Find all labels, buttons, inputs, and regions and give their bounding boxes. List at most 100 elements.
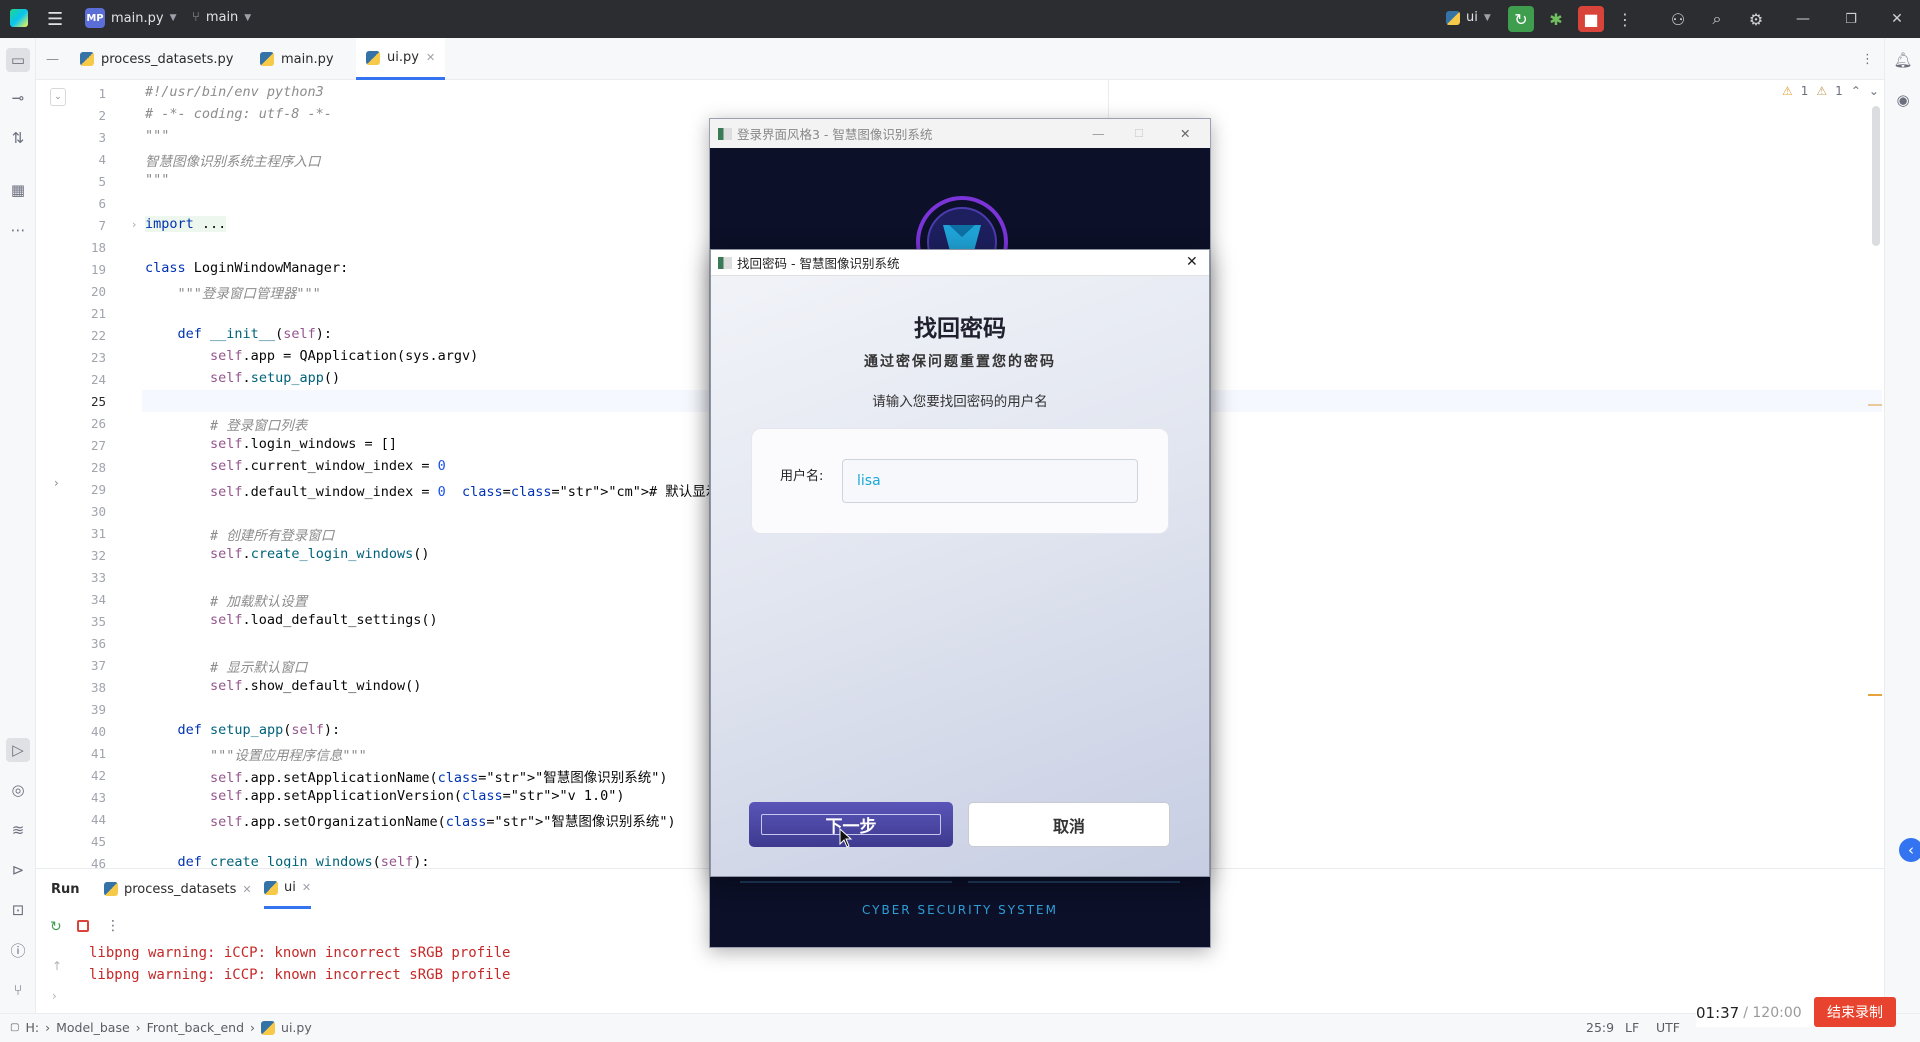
scroll-down-icon[interactable]: › bbox=[52, 989, 57, 1003]
minimize-icon[interactable]: — bbox=[1092, 126, 1105, 141]
run-config-name: ui bbox=[1466, 10, 1478, 25]
collapse-panel-icon[interactable]: ‹ bbox=[1899, 838, 1920, 862]
line-number: 24 bbox=[90, 372, 106, 387]
code-line[interactable]: self.app.setOrganizationName(class="str"… bbox=[145, 810, 676, 830]
branch-selector[interactable]: ⑂ main ▼ bbox=[192, 10, 251, 25]
pull-requests-icon[interactable]: ⇅ bbox=[6, 126, 30, 150]
search-icon[interactable]: ⌕ bbox=[1704, 6, 1730, 32]
run-config-selector[interactable]: ui ▼ bbox=[1446, 10, 1491, 25]
chevron-down-icon[interactable]: ⌄ bbox=[1869, 84, 1879, 98]
more-actions-icon[interactable]: ⋮ bbox=[1612, 6, 1638, 32]
cancel-button[interactable]: 取消 bbox=[968, 802, 1170, 847]
collapse-tabs-icon[interactable]: — bbox=[36, 38, 69, 80]
code-line[interactable]: self.app = QApplication(sys.argv) bbox=[145, 348, 478, 364]
code-line[interactable]: # 加载默认设置 bbox=[145, 590, 307, 610]
fold-arrow-icon[interactable]: › bbox=[132, 218, 136, 231]
editor-scrollbar[interactable] bbox=[1872, 106, 1880, 246]
code-line[interactable]: self.setup_app() bbox=[145, 370, 340, 386]
file-encoding[interactable]: UTF bbox=[1656, 1020, 1680, 1035]
line-number: 45 bbox=[90, 834, 106, 849]
inspection-widget[interactable]: ⚠ 1 ⚠ 1 ⌃ ⌄ bbox=[1782, 84, 1879, 98]
terminal-icon[interactable]: ⊡ bbox=[6, 898, 30, 922]
breadcrumb-item[interactable]: Front_back_end bbox=[147, 1020, 244, 1035]
chevron-up-icon[interactable]: ⌃ bbox=[1851, 84, 1861, 98]
more-actions-icon[interactable]: ⋮ bbox=[106, 918, 120, 934]
problems-icon[interactable]: ⓘ bbox=[6, 938, 30, 962]
breadcrumb: ▢ H: › Model_base › Front_back_end › ui.… bbox=[10, 1020, 312, 1035]
code-line[interactable]: self.current_window_index = 0 bbox=[145, 458, 446, 474]
breadcrumb-root[interactable]: H: bbox=[25, 1020, 39, 1035]
tab-main[interactable]: main.py bbox=[250, 38, 344, 80]
settings-gear-icon[interactable]: ⚙ bbox=[1743, 6, 1769, 32]
tab-options-icon[interactable]: ⋮ bbox=[1851, 38, 1884, 80]
code-line[interactable]: import ... bbox=[145, 216, 227, 232]
code-line[interactable]: # 显示默认窗口 bbox=[145, 656, 307, 676]
cursor-position[interactable]: 25:9 bbox=[1586, 1020, 1614, 1035]
code-line[interactable]: """ bbox=[145, 172, 169, 188]
notifications-bell-icon[interactable]: 🔔︎ bbox=[1891, 48, 1915, 72]
close-window-icon[interactable]: ✕ bbox=[1884, 6, 1910, 32]
code-line[interactable]: #!/usr/bin/env python3 bbox=[145, 84, 324, 100]
structure-icon[interactable]: ▦ bbox=[6, 178, 30, 202]
scroll-up-icon[interactable]: ↑ bbox=[52, 959, 62, 973]
add-user-icon[interactable]: ⚇ bbox=[1665, 6, 1691, 32]
code-line[interactable]: """ bbox=[145, 128, 169, 144]
username-input[interactable]: lisa bbox=[842, 459, 1138, 503]
git-icon[interactable]: ⑂ bbox=[6, 978, 30, 1002]
code-line[interactable]: # -*- coding: utf-8 -*- bbox=[145, 106, 332, 122]
breadcrumb-item[interactable]: Model_base bbox=[56, 1020, 130, 1035]
restore-window-icon[interactable]: ❐ bbox=[1838, 6, 1864, 32]
line-separator[interactable]: LF bbox=[1625, 1020, 1639, 1035]
rerun-icon[interactable]: ↻ bbox=[1508, 6, 1534, 32]
code-line[interactable]: self.show_default_window() bbox=[145, 678, 421, 694]
services-icon[interactable]: ⊳ bbox=[6, 858, 30, 882]
python-console-icon[interactable]: ◎ bbox=[6, 778, 30, 802]
code-line[interactable]: self.default_window_index = 0 class=clas… bbox=[145, 480, 787, 500]
code-line[interactable]: # 创建所有登录窗口 bbox=[145, 524, 334, 544]
line-number: 42 bbox=[90, 768, 106, 783]
project-folder-icon[interactable]: ▭ bbox=[6, 48, 30, 72]
layers-icon[interactable]: ≋ bbox=[6, 818, 30, 842]
code-line[interactable]: self.create_login_windows() bbox=[145, 546, 429, 562]
code-line[interactable]: self.app.setApplicationName(class="str">… bbox=[145, 766, 668, 786]
rerun-icon[interactable]: ↻ bbox=[50, 919, 62, 935]
recording-timer: 01:37 / 120:00 bbox=[1696, 999, 1816, 1027]
ai-assistant-icon[interactable]: ◉ bbox=[1891, 88, 1915, 112]
debug-icon[interactable]: ✱ bbox=[1543, 6, 1569, 32]
close-tab-icon[interactable]: ✕ bbox=[426, 51, 435, 64]
code-line[interactable]: # 登录窗口列表 bbox=[145, 414, 307, 434]
python-file-icon bbox=[80, 52, 94, 66]
close-icon[interactable]: ✕ bbox=[1180, 126, 1190, 141]
run-tab-ui[interactable]: ui ✕ bbox=[264, 869, 312, 909]
stop-icon[interactable] bbox=[77, 920, 89, 932]
maximize-icon[interactable]: ☐ bbox=[1134, 127, 1144, 140]
main-menu-icon[interactable]: ☰ bbox=[47, 9, 63, 30]
code-line[interactable]: """登录窗口管理器""" bbox=[145, 282, 321, 302]
code-line[interactable]: self.load_default_settings() bbox=[145, 612, 438, 628]
recover-password-dialog: 找回密码 - 智慧图像识别系统 ✕ 找回密码 通过密保问题重置您的密码 请输入您… bbox=[710, 249, 1210, 877]
code-line[interactable]: def __init__(self): bbox=[145, 326, 332, 342]
minimize-window-icon[interactable]: — bbox=[1790, 6, 1816, 32]
stop-recording-button[interactable]: 结束录制 bbox=[1814, 997, 1896, 1027]
code-line[interactable]: 智慧图像识别系统主程序入口 bbox=[145, 150, 321, 170]
stop-icon[interactable]: ■ bbox=[1578, 6, 1604, 32]
code-line[interactable]: def setup_app(self): bbox=[145, 722, 341, 738]
code-line[interactable]: """设置应用程序信息""" bbox=[145, 744, 367, 764]
code-line[interactable]: self.login_windows = [] bbox=[145, 436, 397, 452]
line-number: 19 bbox=[90, 262, 106, 277]
close-tab-icon[interactable]: ✕ bbox=[242, 883, 251, 896]
tab-process-datasets[interactable]: process_datasets.py bbox=[70, 38, 243, 80]
app-logo-icon[interactable] bbox=[10, 9, 28, 27]
more-tools-icon[interactable]: ⋯ bbox=[6, 218, 30, 242]
run-tool-icon[interactable]: ▷ bbox=[6, 738, 30, 762]
commit-icon[interactable]: ⊸ bbox=[6, 86, 30, 110]
tab-ui[interactable]: ui.py ✕ bbox=[356, 38, 446, 80]
warning-count: 1 bbox=[1800, 84, 1809, 98]
close-tab-icon[interactable]: ✕ bbox=[302, 881, 311, 894]
breadcrumb-item[interactable]: ui.py bbox=[281, 1020, 312, 1035]
code-line[interactable]: self.app.setApplicationVersion(class="st… bbox=[145, 788, 625, 804]
close-icon[interactable]: ✕ bbox=[1186, 254, 1198, 270]
run-tab-process-datasets[interactable]: process_datasets ✕ bbox=[104, 869, 252, 909]
code-line[interactable]: class LoginWindowManager: bbox=[145, 260, 348, 276]
project-selector[interactable]: MP main.py ▼ bbox=[85, 8, 176, 28]
